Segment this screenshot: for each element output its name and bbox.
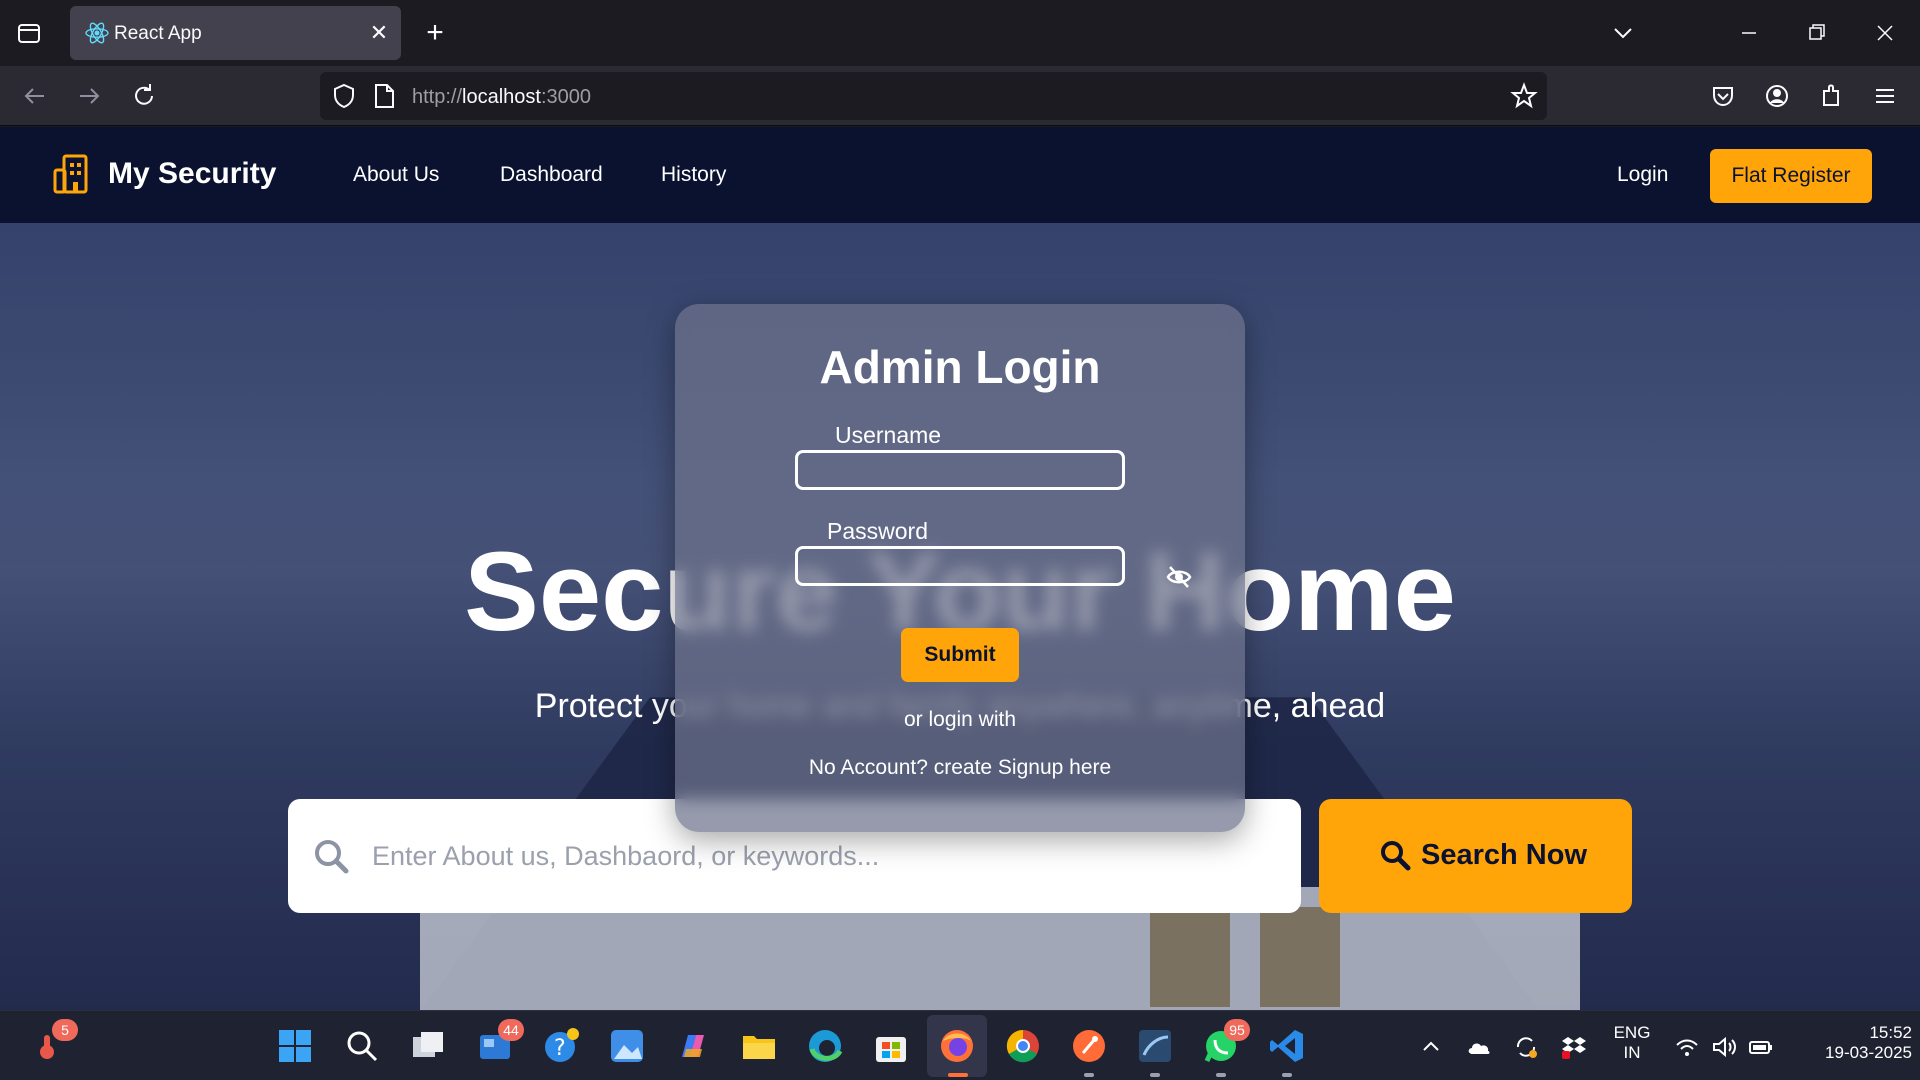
clock[interactable]: 15:52 19-03-2025	[1788, 1023, 1912, 1063]
sync-icon[interactable]	[1512, 1033, 1540, 1061]
task-view-icon[interactable]	[409, 1027, 447, 1065]
forward-icon[interactable]	[74, 81, 104, 111]
firefox-icon[interactable]	[938, 1027, 976, 1065]
nav-dashboard[interactable]: Dashboard	[500, 163, 603, 187]
modal-title: Admin Login	[819, 341, 1101, 393]
chrome-icon[interactable]	[1004, 1027, 1042, 1065]
search-input[interactable]	[372, 831, 1272, 881]
bookmark-star-icon[interactable]	[1510, 82, 1538, 110]
postman-icon[interactable]	[1070, 1027, 1108, 1065]
browser-navbar: http://localhost:3000	[0, 66, 1920, 126]
login-link[interactable]: Login	[1617, 163, 1668, 187]
file-explorer-icon[interactable]	[740, 1027, 778, 1065]
admin-login-modal: Admin Login Username Password Submit or …	[675, 304, 1245, 832]
alt-login-text: or login with	[903, 708, 1017, 731]
search-icon	[315, 840, 349, 874]
pocket-icon[interactable]	[1708, 81, 1738, 111]
nav-history[interactable]: History	[661, 163, 726, 187]
site-header: My Security About Us Dashboard History L…	[0, 127, 1920, 223]
start-icon[interactable]	[276, 1027, 314, 1065]
search-icon	[1381, 841, 1411, 871]
language-indicator[interactable]: ENG IN	[1608, 1023, 1656, 1063]
page-info-icon[interactable]	[372, 83, 396, 109]
password-field[interactable]	[795, 546, 1125, 586]
mysql-running-indicator	[1150, 1073, 1160, 1077]
react-icon	[85, 22, 109, 44]
battery-icon[interactable]	[1747, 1033, 1775, 1061]
store-icon[interactable]	[872, 1027, 910, 1065]
browser-tab-active[interactable]: React App ✕	[70, 6, 401, 60]
list-all-tabs-icon[interactable]	[1608, 18, 1638, 48]
close-window-icon[interactable]	[1870, 18, 1900, 48]
brand-logo[interactable]: My Security	[108, 157, 276, 191]
photos-icon[interactable]	[608, 1027, 646, 1065]
dropbox-icon[interactable]	[1560, 1033, 1588, 1061]
weather-icon[interactable]: 5	[30, 1019, 78, 1065]
shield-icon[interactable]	[330, 82, 358, 110]
edge-icon[interactable]	[806, 1027, 844, 1065]
submit-button[interactable]: Submit	[901, 628, 1019, 682]
extensions-icon[interactable]	[1816, 81, 1846, 111]
whatsapp-running-indicator	[1216, 1073, 1226, 1077]
account-icon[interactable]	[1762, 81, 1792, 111]
search-now-button[interactable]: Search Now	[1319, 799, 1632, 913]
restore-icon[interactable]	[1802, 18, 1832, 48]
mail-badge: 44	[498, 1019, 524, 1041]
chevron-up-icon[interactable]	[1417, 1033, 1445, 1061]
weather-badge: 5	[52, 1019, 78, 1041]
web-page: My Security About Us Dashboard History L…	[0, 127, 1920, 1010]
building-icon	[53, 154, 88, 194]
house-window-image	[1150, 907, 1230, 1007]
volume-icon[interactable]	[1710, 1033, 1738, 1061]
whatsapp-icon[interactable]: 95	[1202, 1019, 1250, 1065]
new-tab-icon[interactable]: +	[420, 18, 450, 48]
onedrive-icon[interactable]	[1465, 1033, 1493, 1061]
help-icon[interactable]: ?	[542, 1027, 580, 1065]
nav-about-us[interactable]: About Us	[353, 163, 439, 187]
tab-close-icon[interactable]: ✕	[366, 20, 392, 46]
widgets-icon[interactable]: 44	[476, 1019, 524, 1065]
svg-text:?: ?	[554, 1036, 566, 1061]
reload-icon[interactable]	[129, 81, 159, 111]
wifi-icon[interactable]	[1673, 1033, 1701, 1061]
url-bar[interactable]: http://localhost:3000	[320, 72, 1547, 120]
copilot-icon[interactable]	[674, 1027, 712, 1065]
search-now-label: Search Now	[1421, 839, 1587, 871]
minimize-icon[interactable]	[1734, 18, 1764, 48]
mysql-workbench-icon[interactable]	[1136, 1027, 1174, 1065]
whatsapp-badge: 95	[1224, 1019, 1250, 1041]
eye-slash-icon[interactable]	[1165, 564, 1193, 590]
back-icon[interactable]	[20, 81, 50, 111]
username-label: Username	[835, 422, 942, 448]
tab-list-icon[interactable]	[14, 18, 44, 48]
vscode-running-indicator	[1282, 1073, 1292, 1077]
url-text[interactable]: http://localhost:3000	[412, 86, 591, 109]
menu-icon[interactable]	[1870, 81, 1900, 111]
password-label: Password	[827, 518, 928, 544]
search-icon[interactable]	[343, 1027, 381, 1065]
flat-register-button[interactable]: Flat Register	[1710, 149, 1872, 203]
username-field[interactable]	[795, 450, 1125, 490]
tab-title: React App	[114, 23, 202, 44]
firefox-running-indicator	[948, 1073, 968, 1077]
vscode-icon[interactable]	[1268, 1027, 1306, 1065]
taskbar: 5 44 ? 95 ENG IN 15:52 19-03-2025	[0, 1010, 1920, 1080]
signup-link[interactable]: No Account? create Signup here	[675, 756, 1245, 780]
postman-running-indicator	[1084, 1073, 1094, 1077]
house-window-image	[1260, 907, 1340, 1007]
browser-tabbar: React App ✕ +	[0, 0, 1920, 66]
